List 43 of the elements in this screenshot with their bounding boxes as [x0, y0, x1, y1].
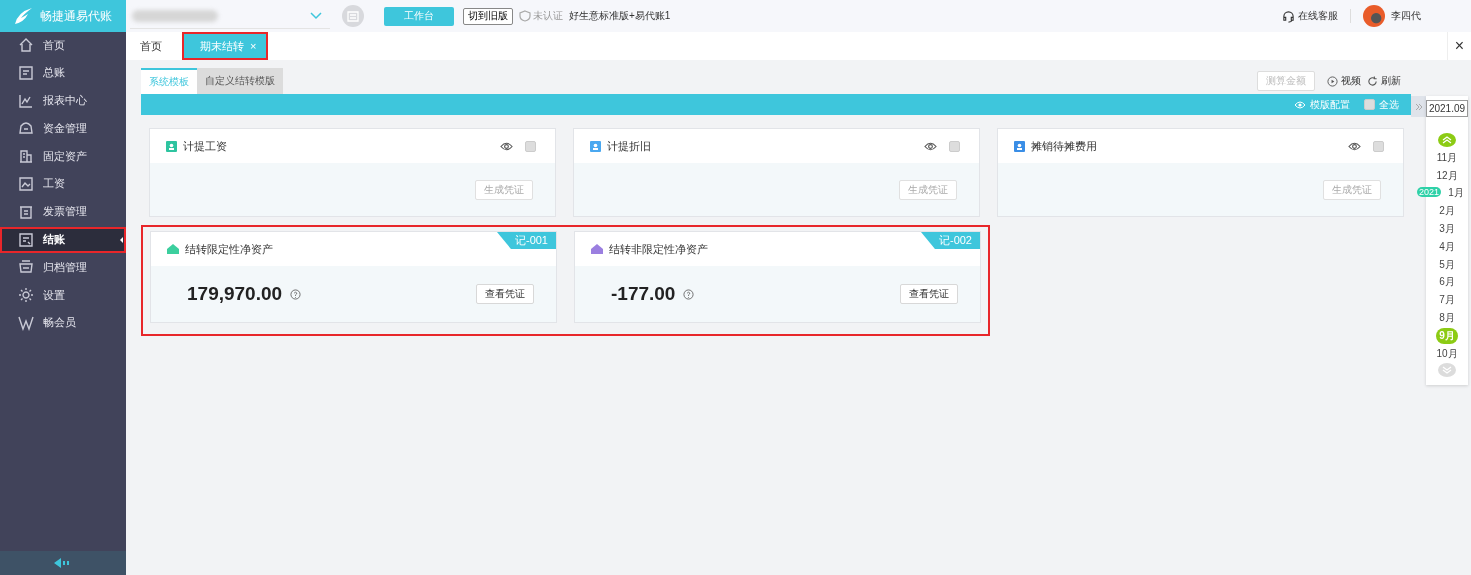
view-voucher-button[interactable]: 查看凭证 — [900, 284, 958, 304]
sidebar-item[interactable]: 固定资产 — [0, 143, 126, 170]
month-item[interactable]: 1月 — [1445, 185, 1467, 202]
sidebar-item[interactable]: 报表中心 — [0, 87, 126, 114]
sidebar-item[interactable]: 资金管理 — [0, 115, 126, 142]
month-item[interactable]: 3月 — [1436, 221, 1458, 238]
sidebar-item[interactable]: 发票管理 — [0, 198, 126, 225]
sidebar-item[interactable]: 总账 — [0, 59, 126, 86]
month-item[interactable]: 2月 — [1436, 203, 1458, 220]
amount: -177.00 — [611, 283, 676, 305]
sidebar-item[interactable]: 畅会员 — [0, 309, 126, 336]
video-link[interactable]: 视频 — [1327, 74, 1361, 88]
sidebar-item[interactable]: 归档管理 — [0, 254, 126, 281]
user-name[interactable]: 李四代 — [1391, 9, 1421, 23]
amount: 179,970.00 — [187, 283, 283, 305]
month-item[interactable]: 11月 — [1433, 149, 1461, 166]
month-item[interactable]: 4月 — [1436, 238, 1458, 255]
month-item[interactable]: 5月 — [1436, 256, 1458, 273]
sidebar-item[interactable]: 首页 — [0, 32, 126, 58]
period-field[interactable]: 2021.09 — [1425, 100, 1469, 117]
month-item[interactable]: 7月 — [1436, 292, 1458, 309]
support-link[interactable]: 在线客服 — [1298, 9, 1338, 23]
certification-status: 未认证 — [533, 9, 563, 23]
card-title: 计提折旧 — [607, 138, 651, 154]
card-title: 结转限定性净资产 — [185, 241, 273, 257]
month-item[interactable]: 10月 — [1433, 345, 1461, 362]
refresh-link[interactable]: 刷新 — [1367, 74, 1401, 88]
template-tab[interactable]: 自定义结转模版 — [197, 68, 283, 94]
logo-text: 畅捷通易代账 — [40, 7, 112, 25]
month-item[interactable]: 8月 — [1436, 310, 1458, 327]
year-badge: 2021 — [1417, 186, 1442, 197]
month-item[interactable]: 12月 — [1433, 167, 1461, 184]
sidebar-item[interactable]: 结账 — [0, 226, 126, 253]
month-item[interactable]: 6月 — [1436, 274, 1458, 291]
view-voucher-button[interactable]: 查看凭证 — [476, 284, 534, 304]
page-tab[interactable]: 首页 — [132, 32, 170, 60]
card-title: 计提工资 — [183, 138, 227, 154]
sidebar-item[interactable]: 工资 — [0, 171, 126, 197]
switch-version-button[interactable]: 切到旧版 — [463, 7, 513, 25]
product-name: 好生意标准版+易代账1 — [569, 9, 671, 23]
card-title: 摊销待摊费用 — [1031, 138, 1097, 154]
sidebar-item[interactable]: 设置 — [0, 282, 126, 309]
card-title: 结转非限定性净资产 — [609, 241, 708, 257]
